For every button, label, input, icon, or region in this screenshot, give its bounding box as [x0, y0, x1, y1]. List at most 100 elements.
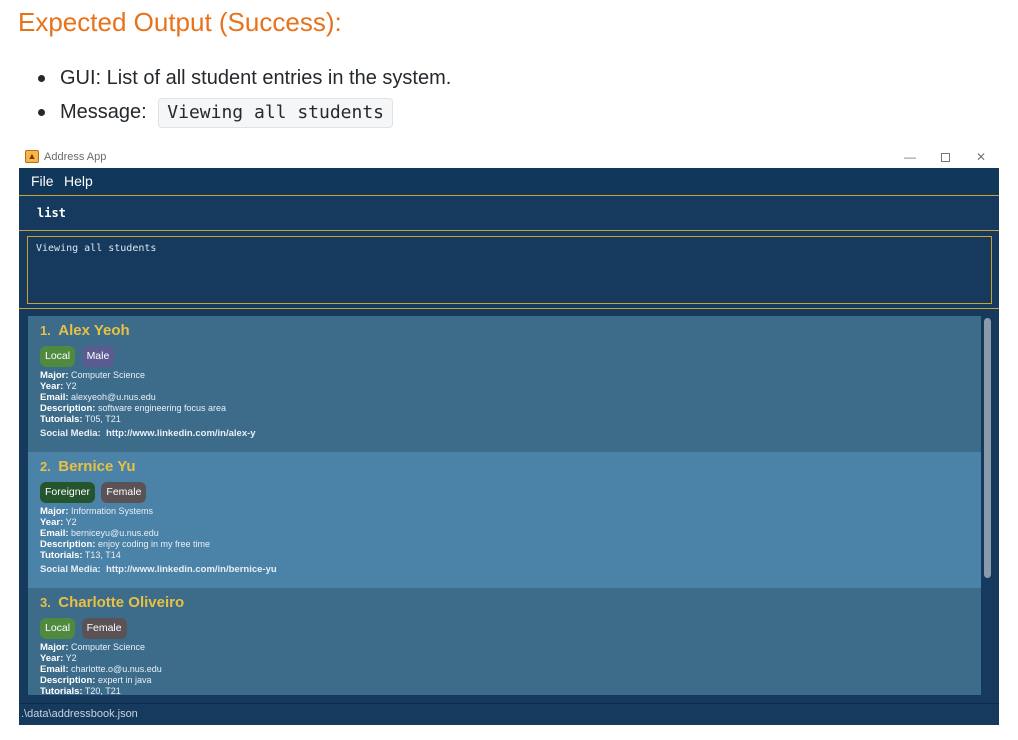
bullet-icon — [38, 109, 45, 116]
tag-foreigner: Foreigner — [40, 482, 95, 503]
field-label: Description: — [40, 539, 96, 550]
student-card[interactable]: 2. Bernice Yu Foreigner Female Major: In… — [28, 452, 981, 588]
field-label: Tutorials: — [40, 550, 83, 561]
field-label: Description: — [40, 675, 96, 686]
student-card[interactable]: 1. Alex Yeoh Local Male Major: Computer … — [28, 316, 981, 452]
list-item: Message: Viewing all students — [38, 98, 451, 128]
field-value: Y2 — [65, 653, 77, 663]
field-year: Year: Y2 — [40, 653, 981, 664]
field-major: Major: Information Systems — [40, 506, 981, 517]
field-value: Computer Science — [71, 642, 146, 652]
tag-local: Local — [40, 346, 76, 367]
field-label: Email: — [40, 664, 69, 675]
field-description: Description: software engineering focus … — [40, 403, 981, 414]
field-email: Email: berniceyu@u.nus.edu — [40, 528, 981, 539]
field-label: Year: — [40, 653, 64, 664]
field-value: T13, T14 — [84, 550, 121, 560]
card-index: 3. — [40, 595, 51, 610]
field-email: Email: alexyeoh@u.nus.edu — [40, 392, 981, 403]
menu-file[interactable]: File — [31, 173, 54, 189]
field-tutorials: Tutorials: T05, T21 — [40, 414, 981, 425]
tag-gender: Female — [101, 482, 147, 503]
field-value: Information Systems — [71, 506, 154, 516]
field-tutorials: Tutorials: T13, T14 — [40, 550, 981, 561]
field-major: Major: Computer Science — [40, 370, 981, 381]
app-window: ▲ Address App — ✕ File Help list Viewing… — [19, 147, 999, 725]
field-label: Social Media: — [40, 564, 101, 575]
field-value: charlotte.o@u.nus.edu — [71, 664, 162, 674]
field-label: Year: — [40, 381, 64, 392]
field-description: Description: enjoy coding in my free tim… — [40, 539, 981, 550]
field-label: Major: — [40, 642, 69, 653]
title-bar: ▲ Address App — ✕ — [19, 147, 999, 168]
scrollbar-thumb[interactable] — [984, 318, 991, 578]
card-index: 1. — [40, 323, 51, 338]
list-item-text: GUI: List of all student entries in the … — [60, 67, 452, 89]
tag-local: Local — [40, 618, 76, 639]
field-label: Major: — [40, 506, 69, 517]
field-year: Year: Y2 — [40, 381, 981, 392]
student-list-panel[interactable]: 1. Alex Yeoh Local Male Major: Computer … — [28, 316, 981, 695]
student-card[interactable]: 3. Charlotte Oliveiro Local Female Major… — [28, 588, 981, 695]
message-code: Viewing all students — [158, 98, 394, 128]
result-display: Viewing all students — [27, 236, 992, 304]
student-name: Alex Yeoh — [58, 322, 130, 339]
social-link[interactable]: http://www.linkedin.com/in/bernice-yu — [106, 564, 277, 575]
bullet-icon — [38, 75, 45, 82]
divider — [19, 308, 999, 309]
menu-help[interactable]: Help — [64, 173, 93, 189]
status-bar: .\data\addressbook.json — [19, 703, 999, 725]
field-value: Y2 — [65, 381, 77, 391]
field-label: Year: — [40, 517, 64, 528]
command-input[interactable]: list — [37, 206, 66, 220]
card-header: 1. Alex Yeoh — [40, 322, 981, 344]
window-title: Address App — [44, 151, 107, 163]
student-name: Charlotte Oliveiro — [58, 594, 185, 611]
tag-row: Foreigner Female — [40, 482, 981, 506]
maximize-button[interactable] — [930, 149, 960, 165]
field-value: T20, T21 — [84, 686, 121, 695]
save-location: .\data\addressbook.json — [21, 708, 138, 720]
minimize-button[interactable]: — — [895, 149, 925, 165]
field-value: Y2 — [65, 517, 77, 527]
close-button[interactable]: ✕ — [966, 149, 996, 165]
list-item: GUI: List of all student entries in the … — [38, 64, 451, 98]
tag-row: Local Female — [40, 618, 981, 642]
field-value: alexyeoh@u.nus.edu — [71, 392, 156, 402]
result-message: Viewing all students — [36, 243, 157, 254]
list-item-text: Message: — [60, 101, 147, 123]
student-name: Bernice Yu — [58, 458, 136, 475]
tag-row: Local Male — [40, 346, 981, 370]
app-icon: ▲ — [25, 150, 39, 163]
field-description: Description: expert in java — [40, 675, 981, 686]
field-label: Social Media: — [40, 428, 101, 439]
field-value: software engineering focus area — [97, 403, 227, 413]
social-link[interactable]: http://www.linkedin.com/in/alex-y — [106, 428, 256, 439]
field-label: Email: — [40, 528, 69, 539]
command-box[interactable]: list — [19, 195, 999, 231]
section-heading: Expected Output (Success): — [18, 7, 342, 37]
expected-output-list: GUI: List of all student entries in the … — [38, 64, 451, 128]
tag-gender: Male — [81, 346, 115, 367]
tag-gender: Female — [81, 618, 127, 639]
field-value: Computer Science — [71, 370, 146, 380]
field-major: Major: Computer Science — [40, 642, 981, 653]
field-social: Social Media: http://www.linkedin.com/in… — [40, 564, 981, 576]
maximize-icon — [940, 153, 950, 163]
field-email: Email: charlotte.o@u.nus.edu — [40, 664, 981, 675]
menu-bar: File Help — [19, 168, 999, 194]
field-year: Year: Y2 — [40, 517, 981, 528]
field-value: T05, T21 — [84, 414, 121, 424]
field-value: enjoy coding in my free time — [97, 539, 211, 549]
field-social: Social Media: http://www.linkedin.com/in… — [40, 428, 981, 440]
field-label: Description: — [40, 403, 96, 414]
card-index: 2. — [40, 459, 51, 474]
card-header: 2. Bernice Yu — [40, 458, 981, 480]
field-label: Email: — [40, 392, 69, 403]
field-value: berniceyu@u.nus.edu — [71, 528, 159, 538]
field-label: Tutorials: — [40, 686, 83, 695]
field-label: Major: — [40, 370, 69, 381]
card-header: 3. Charlotte Oliveiro — [40, 594, 981, 616]
field-label: Tutorials: — [40, 414, 83, 425]
field-value: expert in java — [97, 675, 152, 685]
